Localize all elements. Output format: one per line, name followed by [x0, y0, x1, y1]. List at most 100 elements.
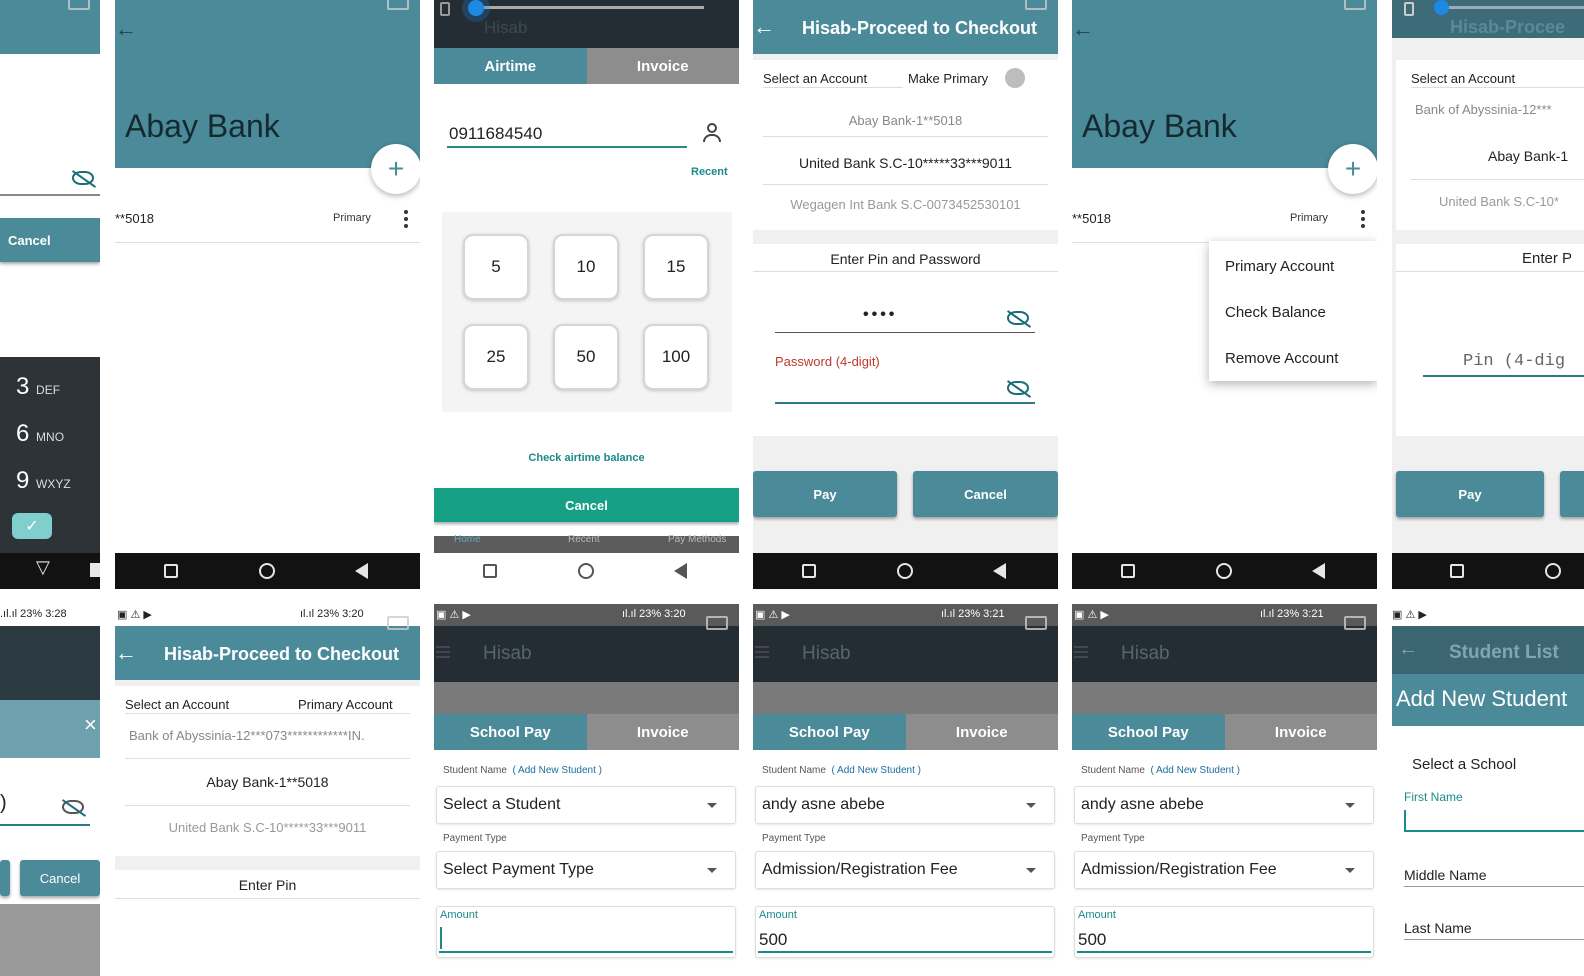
key-9[interactable]: 9 WXYZ: [16, 467, 71, 495]
cancel-button[interactable]: Cancel: [0, 218, 100, 262]
recents-icon[interactable]: [1121, 564, 1135, 578]
back-icon[interactable]: [355, 563, 368, 579]
amount-field[interactable]: Amount: [436, 906, 736, 958]
payment-type-select[interactable]: Admission/Registration Fee: [755, 851, 1055, 889]
payment-type-select[interactable]: Admission/Registration Fee: [1074, 851, 1374, 889]
back-icon[interactable]: [993, 563, 1006, 579]
amount-15-button[interactable]: 15: [643, 234, 709, 300]
select-school-dropdown[interactable]: Select a School: [1412, 756, 1516, 773]
back-icon[interactable]: [674, 563, 687, 579]
tab-airtime[interactable]: Airtime: [434, 48, 587, 84]
keyboard-icon[interactable]: [90, 563, 100, 577]
more-options-icon[interactable]: [1361, 210, 1365, 231]
back-icon[interactable]: [1312, 563, 1325, 579]
more-options-icon[interactable]: [404, 210, 408, 231]
back-arrow-icon[interactable]: ←: [115, 16, 137, 42]
key-6[interactable]: 6 MNO: [16, 420, 64, 448]
slider-thumb[interactable]: [468, 0, 484, 16]
home-icon[interactable]: [1216, 563, 1232, 579]
key-3[interactable]: 3 DEF: [16, 373, 60, 401]
amount-input[interactable]: 500: [1078, 930, 1106, 950]
amount-50-button[interactable]: 50: [553, 324, 619, 390]
amount-field[interactable]: Amount 500: [755, 906, 1055, 958]
pin-input[interactable]: Pin (4-dig: [1463, 352, 1565, 371]
pay-button[interactable]: [0, 860, 10, 896]
cancel-button[interactable]: Cancel: [20, 860, 100, 896]
recents-icon[interactable]: [1450, 564, 1464, 578]
back-arrow-icon[interactable]: ←: [753, 14, 775, 40]
account-option[interactable]: United Bank S.C-10*****33***9011: [115, 820, 420, 835]
tab-invoice[interactable]: Invoice: [586, 48, 739, 84]
menu-item-remove-account[interactable]: Remove Account: [1225, 350, 1338, 367]
pin-input[interactable]: ••••: [863, 306, 897, 324]
home-icon[interactable]: [578, 563, 594, 579]
tab-invoice[interactable]: Invoice: [586, 714, 739, 750]
home-icon[interactable]: [259, 563, 275, 579]
back-triangle-icon[interactable]: ▽: [36, 558, 50, 576]
account-option[interactable]: Wegagen Int Bank S.C-0073452530101: [753, 197, 1058, 212]
back-arrow-icon[interactable]: ←: [115, 640, 137, 666]
cancel-button[interactable]: [1560, 471, 1584, 517]
account-option-selected[interactable]: Abay Bank-1: [1488, 148, 1568, 164]
cancel-button[interactable]: Cancel: [434, 488, 739, 522]
hide-pin-icon[interactable]: [1007, 311, 1029, 325]
student-select[interactable]: andy asne abebe: [1074, 786, 1374, 824]
account-option[interactable]: United Bank S.C-10*: [1439, 194, 1559, 209]
menu-item-primary-account[interactable]: Primary Account: [1225, 258, 1334, 275]
payment-type-select[interactable]: Select Payment Type: [436, 851, 736, 889]
student-select[interactable]: andy asne abebe: [755, 786, 1055, 824]
tab-school-pay[interactable]: School Pay: [753, 714, 906, 750]
recents-icon[interactable]: [164, 564, 178, 578]
add-new-student-link[interactable]: ( Add New Student ): [832, 765, 922, 776]
amount-5-button[interactable]: 5: [463, 234, 529, 300]
checkmark-icon[interactable]: ✓: [12, 513, 52, 539]
make-primary-toggle[interactable]: [1005, 68, 1025, 88]
account-option[interactable]: Bank of Abyssinia-12***: [1415, 102, 1552, 117]
add-account-button[interactable]: +: [371, 144, 420, 194]
last-name-input[interactable]: Last Name: [1404, 920, 1472, 936]
hide-password-icon[interactable]: [1007, 381, 1029, 395]
hide-password-icon[interactable]: [72, 171, 94, 185]
menu-item-check-balance[interactable]: Check Balance: [1225, 304, 1326, 321]
amount-input[interactable]: 500: [759, 930, 787, 950]
add-new-student-link[interactable]: ( Add New Student ): [513, 765, 603, 776]
tab-invoice[interactable]: Invoice: [1224, 714, 1377, 750]
tab-invoice[interactable]: Invoice: [905, 714, 1058, 750]
amount-field[interactable]: Amount 500: [1074, 906, 1374, 958]
student-select[interactable]: Select a Student: [436, 786, 736, 824]
pay-button[interactable]: Pay: [753, 471, 897, 517]
add-new-student-link[interactable]: ( Add New Student ): [1151, 765, 1241, 776]
account-option-selected[interactable]: United Bank S.C-10*****33***9011: [753, 155, 1058, 171]
bottom-nav-pay-methods[interactable]: Pay Methods: [668, 534, 726, 545]
recents-icon[interactable]: [802, 564, 816, 578]
bottom-nav-recent[interactable]: Recent: [568, 534, 600, 545]
check-balance-link[interactable]: Check airtime balance: [434, 452, 739, 464]
home-icon[interactable]: [897, 563, 913, 579]
recent-link[interactable]: Recent: [691, 166, 728, 178]
cancel-button[interactable]: Cancel: [913, 471, 1058, 517]
account-option[interactable]: Abay Bank-1**5018: [753, 113, 1058, 128]
menu-icon[interactable]: [436, 646, 450, 648]
add-account-button[interactable]: +: [1328, 144, 1377, 194]
hide-password-icon[interactable]: [62, 800, 84, 814]
tab-school-pay[interactable]: School Pay: [434, 714, 587, 750]
account-option[interactable]: Bank of Abyssinia-12***073************IN…: [129, 728, 365, 743]
home-icon[interactable]: [1545, 563, 1561, 579]
tab-school-pay[interactable]: School Pay: [1072, 714, 1225, 750]
first-name-input[interactable]: [1404, 830, 1584, 832]
menu-icon[interactable]: [1074, 646, 1088, 648]
amount-100-button[interactable]: 100: [643, 324, 709, 390]
amount-25-button[interactable]: 25: [463, 324, 529, 390]
middle-name-input[interactable]: Middle Name: [1404, 867, 1486, 883]
bottom-nav-home[interactable]: Home: [454, 534, 481, 545]
close-icon[interactable]: ×: [84, 712, 97, 738]
contact-icon[interactable]: [702, 122, 722, 144]
back-arrow-icon[interactable]: ←: [1398, 638, 1418, 661]
amount-10-button[interactable]: 10: [553, 234, 619, 300]
recents-icon[interactable]: [483, 564, 497, 578]
back-arrow-icon[interactable]: ←: [1072, 16, 1094, 42]
password-underline[interactable]: [775, 402, 1035, 404]
phone-input[interactable]: 0911684540: [449, 124, 542, 144]
account-option-selected[interactable]: Abay Bank-1**5018: [115, 774, 420, 790]
pay-button[interactable]: Pay: [1396, 471, 1544, 517]
